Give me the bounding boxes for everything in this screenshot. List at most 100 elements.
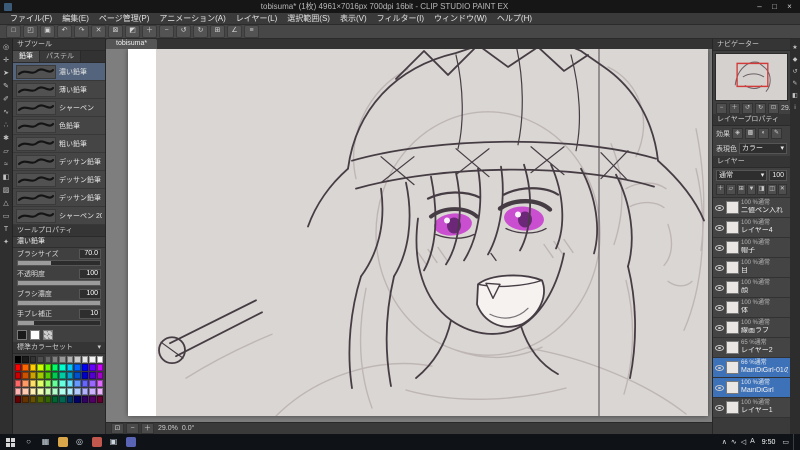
zoom-tool[interactable]: ◎ — [1, 43, 12, 53]
open-file-icon[interactable]: ◰ — [23, 25, 38, 38]
color-swatch[interactable] — [29, 396, 37, 403]
clock[interactable]: 9:50 — [759, 439, 779, 446]
color-swatch[interactable] — [22, 388, 29, 395]
color-swatch[interactable] — [15, 372, 22, 379]
secondary-color-chip[interactable] — [30, 330, 40, 340]
clip-mask-icon[interactable]: ◨ — [757, 184, 767, 195]
color-swatch[interactable] — [74, 380, 81, 387]
layer-visibility-icon[interactable] — [715, 364, 724, 371]
menu-item[interactable]: 表示(V) — [335, 13, 372, 24]
blend-tool[interactable]: ≈ — [1, 160, 12, 170]
color-swatch[interactable] — [52, 364, 59, 371]
quick-access-palette-icon[interactable]: ★ — [791, 44, 799, 52]
color-swatch[interactable] — [81, 372, 89, 379]
frame-border-tool[interactable]: ▭ — [1, 212, 12, 222]
color-palette-icon[interactable]: ◧ — [791, 92, 799, 100]
layer-visibility-icon[interactable] — [715, 304, 724, 311]
color-swatch[interactable] — [44, 388, 52, 395]
text-tool[interactable]: T — [1, 225, 12, 235]
clip-studio-icon[interactable] — [88, 434, 105, 450]
nav-zoom-out-icon[interactable]: − — [716, 103, 727, 114]
color-swatch[interactable] — [52, 372, 59, 379]
volume-icon[interactable]: ◁ — [741, 438, 746, 446]
color-swatch[interactable] — [44, 396, 52, 403]
color-swatch[interactable] — [44, 364, 52, 371]
search-icon[interactable]: ○ — [20, 434, 37, 450]
delete-icon[interactable]: ✕ — [91, 25, 106, 38]
layer-row[interactable]: 100 %通常 帽子 — [713, 238, 790, 258]
color-swatch[interactable] — [59, 396, 66, 403]
slider-value[interactable]: 10 — [79, 309, 101, 319]
color-swatch[interactable] — [15, 380, 22, 387]
zoom-out-icon[interactable]: − — [159, 25, 174, 38]
brush-tool[interactable]: ∿ — [1, 108, 12, 118]
color-swatch[interactable] — [52, 396, 59, 403]
color-swatch[interactable] — [96, 380, 103, 387]
history-palette-icon[interactable]: ↺ — [791, 68, 799, 76]
browser-icon[interactable]: ◎ — [71, 434, 88, 450]
color-swatch[interactable] — [89, 356, 96, 363]
status-zoom-out-icon[interactable]: − — [126, 423, 139, 434]
extract-line-icon[interactable]: ✎ — [771, 128, 782, 139]
color-swatch[interactable] — [29, 372, 37, 379]
color-swatch[interactable] — [96, 372, 103, 379]
move-tool[interactable]: ✛ — [1, 56, 12, 66]
canvas-drawing[interactable] — [156, 49, 708, 416]
color-swatch[interactable] — [29, 356, 37, 363]
color-swatch[interactable] — [66, 356, 74, 363]
color-swatch[interactable] — [29, 380, 37, 387]
layer-row[interactable]: 100 %通常 顔 — [713, 278, 790, 298]
subtool-item[interactable]: シャーペン 2022 — [13, 207, 105, 225]
color-swatch[interactable] — [44, 380, 52, 387]
layer-row[interactable]: 65 %通常 レイヤー2 — [713, 338, 790, 358]
settings-icon[interactable]: ≡ — [244, 25, 259, 38]
color-swatch[interactable] — [52, 388, 59, 395]
save-icon[interactable]: ▣ — [40, 25, 55, 38]
merge-down-icon[interactable]: ▼ — [746, 184, 757, 195]
color-swatch[interactable] — [22, 396, 29, 403]
color-swatch[interactable] — [96, 388, 103, 395]
color-swatch[interactable] — [66, 396, 74, 403]
color-swatch[interactable] — [15, 388, 22, 395]
subtool-item[interactable]: 薄い鉛筆 — [13, 81, 105, 99]
eyedropper-tool[interactable]: ✦ — [1, 238, 12, 248]
color-swatch[interactable] — [81, 364, 89, 371]
undo-icon[interactable]: ↶ — [57, 25, 72, 38]
image-viewer-icon[interactable]: ▣ — [105, 434, 122, 450]
canvas-paper[interactable] — [128, 49, 708, 416]
blend-mode-dropdown[interactable]: 通常 ▾ — [716, 170, 768, 181]
task-view-icon[interactable]: ▦ — [37, 434, 54, 450]
delete-layer-icon[interactable]: ✕ — [777, 184, 787, 195]
close-button[interactable]: × — [783, 1, 796, 12]
menu-item[interactable]: ページ管理(P) — [94, 13, 155, 24]
color-swatch[interactable] — [22, 372, 29, 379]
nav-rotate-left-icon[interactable]: ↺ — [742, 103, 753, 114]
ime-icon[interactable]: A — [750, 438, 755, 446]
color-swatch[interactable] — [66, 364, 74, 371]
canvas-tab[interactable]: tobisuma* — [106, 39, 158, 49]
color-swatch[interactable] — [96, 356, 103, 363]
zoom-in-icon[interactable]: ＋ — [142, 25, 157, 38]
rotate-right-icon[interactable]: ↻ — [193, 25, 208, 38]
action-center-icon[interactable]: ▭ — [782, 438, 789, 446]
color-set-header[interactable]: 標準カラーセット ▾ — [13, 342, 105, 354]
layer-row[interactable]: 100 %通常 レイヤー1 — [713, 398, 790, 418]
menu-item[interactable]: ウィンドウ(W) — [429, 13, 492, 24]
nav-rotate-right-icon[interactable]: ↻ — [755, 103, 766, 114]
color-swatch[interactable] — [59, 356, 66, 363]
show-desktop-button[interactable] — [793, 434, 797, 450]
layer-visibility-icon[interactable] — [715, 204, 724, 211]
slider-track[interactable] — [17, 280, 101, 286]
menu-item[interactable]: ファイル(F) — [5, 13, 57, 24]
color-swatch[interactable] — [15, 356, 22, 363]
color-swatch[interactable] — [74, 388, 81, 395]
layer-visibility-icon[interactable] — [715, 284, 724, 291]
new-layer-icon[interactable]: ＋ — [716, 184, 726, 195]
color-swatch[interactable] — [66, 388, 74, 395]
transparent-color-chip[interactable] — [43, 330, 53, 340]
subtool-item[interactable]: 色鉛筆 — [13, 117, 105, 135]
tool-property-slider[interactable]: 不透明度 100 — [13, 268, 105, 288]
layer-visibility-icon[interactable] — [715, 344, 724, 351]
color-swatch[interactable] — [89, 372, 96, 379]
color-swatch[interactable] — [89, 364, 96, 371]
